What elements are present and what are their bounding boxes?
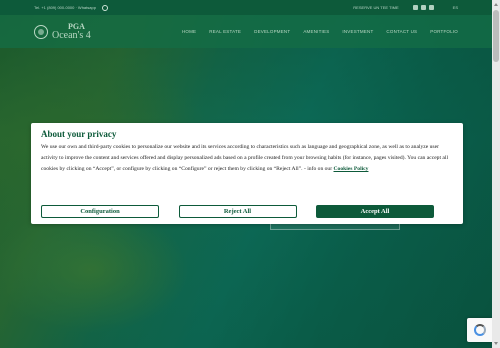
utility-bar: Tel. +1 (809) 000-0000 · Whatsapp RESERV… xyxy=(0,0,492,15)
nav-item-real-estate[interactable]: REAL ESTATE xyxy=(209,29,241,34)
privacy-modal-actions: Configuration Reject All Accept All xyxy=(41,205,434,218)
nav-item-home[interactable]: HOME xyxy=(182,29,196,34)
logo-name: Ocean's 4 xyxy=(52,29,91,41)
privacy-modal-text: We use our own and third-party cookies t… xyxy=(41,144,449,172)
site-logo[interactable]: PGA Ocean's 4 xyxy=(34,22,91,41)
main-nav: HOME REAL ESTATE DEVELOPMENT AMENITIES I… xyxy=(182,29,458,34)
privacy-modal-title: About your privacy xyxy=(41,129,117,139)
recaptcha-badge[interactable] xyxy=(467,318,492,342)
nav-item-amenities[interactable]: AMENITIES xyxy=(303,29,329,34)
configuration-button[interactable]: Configuration xyxy=(41,205,159,218)
accept-all-button[interactable]: Accept All xyxy=(316,205,434,218)
recaptcha-icon xyxy=(473,324,486,336)
nav-item-contact[interactable]: CONTACT US xyxy=(386,29,417,34)
privacy-modal: About your privacy We use our own and th… xyxy=(31,123,463,224)
cookies-policy-link[interactable]: Cookies Policy xyxy=(334,166,369,172)
nav-item-portfolio[interactable]: PORTFOLIO xyxy=(430,29,458,34)
instagram-icon[interactable] xyxy=(420,5,426,10)
facebook-icon[interactable] xyxy=(412,5,418,10)
main-header: PGA Ocean's 4 HOME REAL ESTATE DEVELOPME… xyxy=(0,15,492,48)
scroll-down-icon[interactable] xyxy=(494,342,498,345)
whatsapp-icon[interactable] xyxy=(101,4,108,11)
scroll-up-icon[interactable] xyxy=(494,3,498,6)
nav-item-investment[interactable]: INVESTMENT xyxy=(342,29,373,34)
youtube-icon[interactable] xyxy=(428,5,434,10)
privacy-modal-body: We use our own and third-party cookies t… xyxy=(41,142,453,175)
nav-item-development[interactable]: DEVELOPMENT xyxy=(254,29,290,34)
page-scrollbar[interactable] xyxy=(492,0,500,348)
book-tee-time-link[interactable]: RESERVE UN TEE TIME xyxy=(353,5,398,10)
scrollbar-thumb[interactable] xyxy=(493,10,499,62)
reject-all-button[interactable]: Reject All xyxy=(178,205,297,218)
logo-emblem-icon xyxy=(34,24,48,39)
contact-phone[interactable]: Tel. +1 (809) 000-0000 · Whatsapp xyxy=(34,5,96,10)
language-switcher[interactable]: ES xyxy=(453,5,458,10)
